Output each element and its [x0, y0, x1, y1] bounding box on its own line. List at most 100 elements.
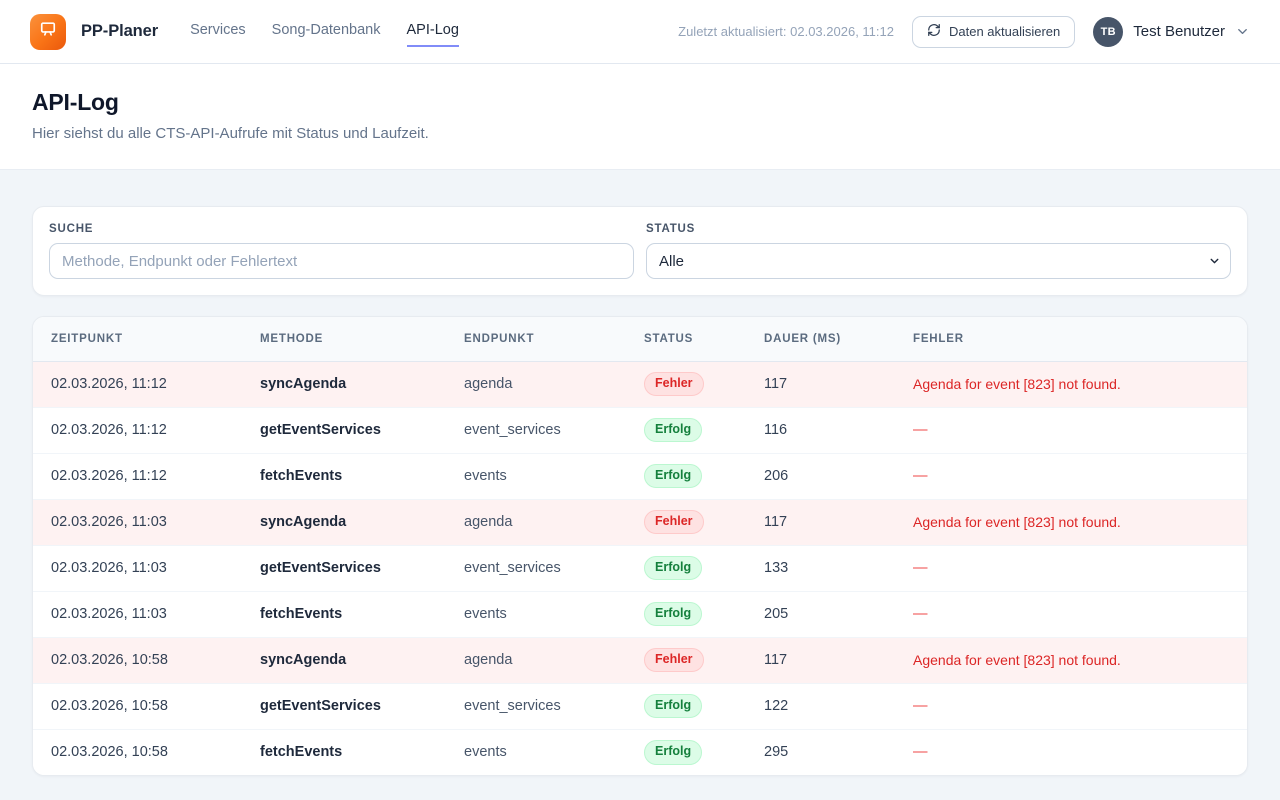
- status-field-group: STATUS Alle: [646, 223, 1231, 279]
- column-header-fehler: FEHLER: [895, 317, 1247, 361]
- cell-status: Erfolg: [626, 545, 746, 591]
- cell-fehler: —: [895, 407, 1247, 453]
- cell-status: Fehler: [626, 499, 746, 545]
- cell-endpunkt: events: [446, 591, 626, 637]
- cell-status: Fehler: [626, 637, 746, 683]
- cell-fehler: Agenda for event [823] not found.: [895, 637, 1247, 683]
- cell-methode: getEventServices: [242, 407, 446, 453]
- search-input[interactable]: [49, 243, 634, 279]
- cell-zeitpunkt: 02.03.2026, 10:58: [33, 637, 242, 683]
- cell-methode: fetchEvents: [242, 729, 446, 775]
- cell-zeitpunkt: 02.03.2026, 11:03: [33, 545, 242, 591]
- brand-name: PP-Planer: [81, 22, 158, 41]
- api-log-table-card: ZEITPUNKT METHODE ENDPUNKT STATUS DAUER …: [32, 316, 1248, 776]
- cell-fehler: —: [895, 683, 1247, 729]
- table-row: 02.03.2026, 11:12 fetchEvents events Erf…: [33, 453, 1247, 499]
- table-row: 02.03.2026, 11:03 fetchEvents events Erf…: [33, 591, 1247, 637]
- api-log-table: ZEITPUNKT METHODE ENDPUNKT STATUS DAUER …: [33, 317, 1247, 775]
- column-header-methode: METHODE: [242, 317, 446, 361]
- page-title: API-Log: [32, 89, 1248, 116]
- last-updated-text: Zuletzt aktualisiert: 02.03.2026, 11:12: [678, 24, 894, 39]
- cell-status: Erfolg: [626, 591, 746, 637]
- nav-item-services[interactable]: Services: [190, 16, 246, 47]
- log-table-body: 02.03.2026, 11:12 syncAgenda agenda Fehl…: [33, 361, 1247, 775]
- cell-endpunkt: agenda: [446, 499, 626, 545]
- cell-fehler: Agenda for event [823] not found.: [895, 499, 1247, 545]
- cell-zeitpunkt: 02.03.2026, 10:58: [33, 683, 242, 729]
- status-badge: Erfolg: [644, 602, 702, 627]
- user-name: Test Benutzer: [1133, 23, 1225, 40]
- cell-dauer: 133: [746, 545, 895, 591]
- cell-dauer: 122: [746, 683, 895, 729]
- cell-status: Erfolg: [626, 683, 746, 729]
- refresh-data-button[interactable]: Daten aktualisieren: [912, 16, 1075, 48]
- table-row: 02.03.2026, 11:03 getEventServices event…: [33, 545, 1247, 591]
- cell-endpunkt: event_services: [446, 683, 626, 729]
- table-row: 02.03.2026, 10:58 fetchEvents events Erf…: [33, 729, 1247, 775]
- user-menu[interactable]: TB Test Benutzer: [1093, 17, 1250, 47]
- cell-methode: fetchEvents: [242, 591, 446, 637]
- status-badge: Erfolg: [644, 418, 702, 443]
- cell-dauer: 295: [746, 729, 895, 775]
- status-badge: Erfolg: [644, 694, 702, 719]
- cell-zeitpunkt: 02.03.2026, 11:12: [33, 361, 242, 407]
- cell-endpunkt: event_services: [446, 407, 626, 453]
- cell-zeitpunkt: 02.03.2026, 11:12: [33, 453, 242, 499]
- nav-item-song-datenbank[interactable]: Song-Datenbank: [272, 16, 381, 47]
- page-header: API-Log Hier siehst du alle CTS-API-Aufr…: [0, 64, 1280, 170]
- cell-zeitpunkt: 02.03.2026, 10:58: [33, 729, 242, 775]
- status-badge: Erfolg: [644, 740, 702, 765]
- cell-methode: getEventServices: [242, 683, 446, 729]
- nav-item-api-log[interactable]: API-Log: [407, 16, 459, 47]
- app-logo: [30, 14, 66, 50]
- search-field-group: SUCHE: [49, 223, 634, 279]
- cell-endpunkt: events: [446, 453, 626, 499]
- status-badge: Erfolg: [644, 464, 702, 489]
- table-row: 02.03.2026, 11:12 syncAgenda agenda Fehl…: [33, 361, 1247, 407]
- cell-methode: fetchEvents: [242, 453, 446, 499]
- cell-methode: getEventServices: [242, 545, 446, 591]
- column-header-dauer: DAUER (MS): [746, 317, 895, 361]
- cell-methode: syncAgenda: [242, 499, 446, 545]
- status-select[interactable]: Alle: [646, 243, 1231, 279]
- cell-methode: syncAgenda: [242, 361, 446, 407]
- table-row: 02.03.2026, 11:12 getEventServices event…: [33, 407, 1247, 453]
- cell-dauer: 116: [746, 407, 895, 453]
- cell-status: Erfolg: [626, 729, 746, 775]
- cell-dauer: 206: [746, 453, 895, 499]
- main-content: SUCHE STATUS Alle: [0, 170, 1280, 776]
- cell-status: Erfolg: [626, 453, 746, 499]
- refresh-icon: [927, 23, 941, 40]
- table-header: ZEITPUNKT METHODE ENDPUNKT STATUS DAUER …: [33, 317, 1247, 361]
- cell-fehler: —: [895, 453, 1247, 499]
- cell-endpunkt: agenda: [446, 637, 626, 683]
- cell-endpunkt: event_services: [446, 545, 626, 591]
- cell-status: Fehler: [626, 361, 746, 407]
- page-subtitle: Hier siehst du alle CTS-API-Aufrufe mit …: [32, 125, 1248, 142]
- search-label: SUCHE: [49, 223, 634, 235]
- avatar: TB: [1093, 17, 1123, 47]
- cell-dauer: 205: [746, 591, 895, 637]
- table-row: 02.03.2026, 10:58 syncAgenda agenda Fehl…: [33, 637, 1247, 683]
- cell-methode: syncAgenda: [242, 637, 446, 683]
- column-header-endpunkt: ENDPUNKT: [446, 317, 626, 361]
- cell-fehler: —: [895, 591, 1247, 637]
- cell-dauer: 117: [746, 361, 895, 407]
- cell-endpunkt: events: [446, 729, 626, 775]
- cell-fehler: Agenda for event [823] not found.: [895, 361, 1247, 407]
- main-nav: Services Song-Datenbank API-Log: [190, 16, 459, 47]
- cell-status: Erfolg: [626, 407, 746, 453]
- status-badge: Fehler: [644, 372, 704, 397]
- cell-fehler: —: [895, 729, 1247, 775]
- chevron-down-icon: [1235, 24, 1250, 39]
- column-header-zeitpunkt: ZEITPUNKT: [33, 317, 242, 361]
- status-label: STATUS: [646, 223, 1231, 235]
- cell-endpunkt: agenda: [446, 361, 626, 407]
- top-navbar: PP-Planer Services Song-Datenbank API-Lo…: [0, 0, 1280, 64]
- table-row: 02.03.2026, 11:03 syncAgenda agenda Fehl…: [33, 499, 1247, 545]
- refresh-button-label: Daten aktualisieren: [949, 24, 1060, 39]
- cell-zeitpunkt: 02.03.2026, 11:03: [33, 591, 242, 637]
- status-badge: Erfolg: [644, 556, 702, 581]
- column-header-status: STATUS: [626, 317, 746, 361]
- cell-zeitpunkt: 02.03.2026, 11:03: [33, 499, 242, 545]
